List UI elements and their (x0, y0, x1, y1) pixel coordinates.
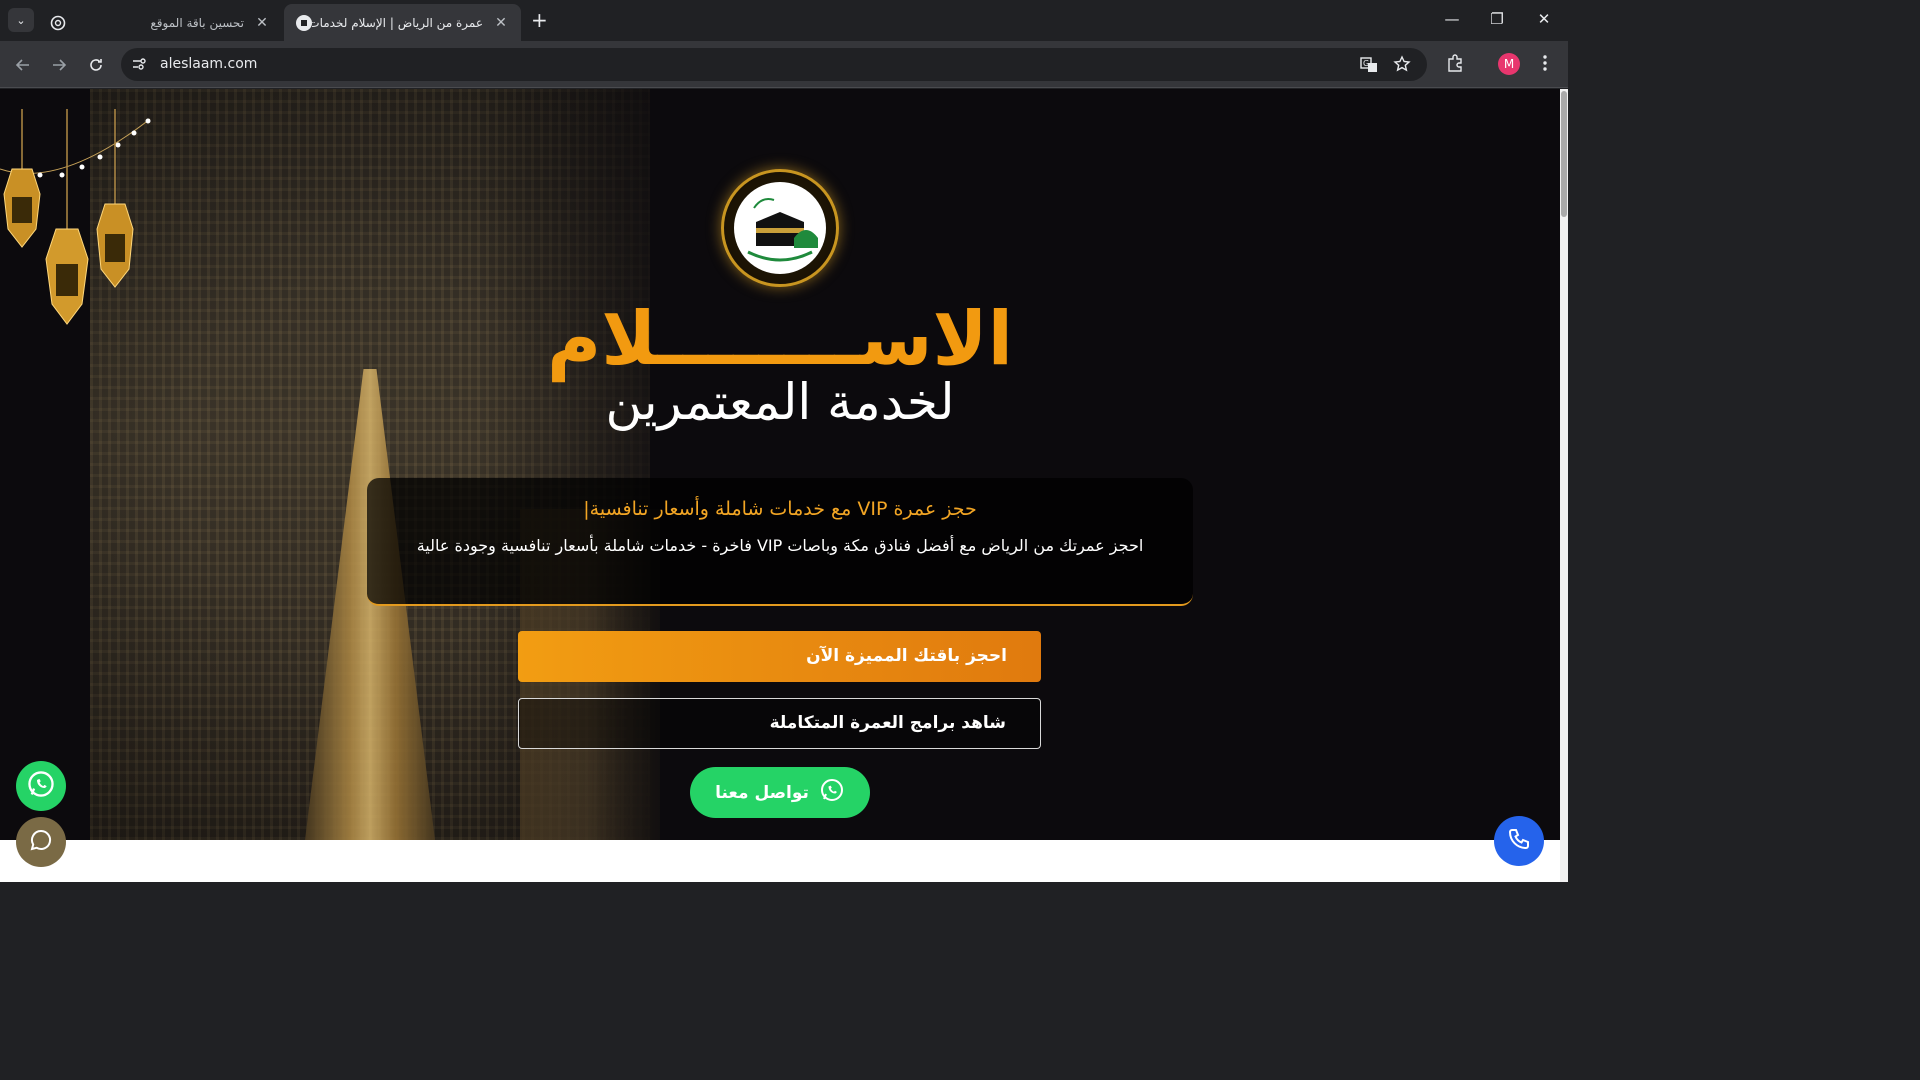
next-section (0, 840, 1560, 882)
hero-info-card: حجز عمرة VIP مع خدمات شاملة وأسعار تنافس… (367, 478, 1193, 606)
close-tab-icon[interactable]: ✕ (493, 15, 509, 31)
chatgpt-icon (50, 15, 66, 31)
view-programs-button[interactable]: شاهد برامج العمرة المتكاملة (518, 698, 1041, 749)
site-logo[interactable] (721, 169, 839, 287)
whatsapp-icon (26, 769, 56, 803)
chat-float-button[interactable] (16, 817, 66, 867)
tab-title: عمرة من الرياض | الإسلام لخدمات (312, 15, 483, 30)
new-tab-icon[interactable]: + (531, 10, 548, 30)
kaaba-logo-icon (734, 182, 826, 274)
minimize-icon[interactable]: — (1429, 10, 1475, 28)
translate-icon[interactable]: G (1359, 55, 1379, 79)
bookmark-star-icon[interactable] (1393, 55, 1411, 77)
forward-icon[interactable] (46, 52, 72, 78)
extensions-icon[interactable] (1445, 53, 1465, 77)
phone-icon (1507, 827, 1531, 855)
page-viewport: الاســــــــلام لخدمة المعتمرين حجز عمرة… (0, 89, 1560, 882)
tab-inactive[interactable]: تحسين باقة الموقع ✕ (38, 4, 282, 41)
phone-float-button[interactable] (1494, 816, 1544, 866)
chat-bubble-icon (29, 828, 53, 856)
contact-us-label: تواصل معنا (715, 782, 809, 803)
tab-strip: ⌄ تحسين باقة الموقع ✕ عمرة من الرياض | ا… (0, 0, 1568, 41)
close-tab-icon[interactable]: ✕ (254, 15, 270, 31)
contact-us-button[interactable]: تواصل معنا (690, 767, 870, 818)
hero-section: الاســــــــلام لخدمة المعتمرين حجز عمرة… (0, 89, 1560, 840)
ramadan-lanterns-decoration (0, 109, 151, 325)
tab-title: تحسين باقة الموقع (150, 15, 244, 30)
whatsapp-icon (819, 777, 845, 808)
site-settings-icon[interactable] (131, 56, 147, 76)
browser-toolbar: aleslaam.com G (0, 41, 1568, 88)
url-text[interactable]: aleslaam.com (160, 56, 257, 72)
profile-avatar[interactable]: M (1498, 53, 1520, 75)
reload-icon[interactable] (83, 52, 109, 78)
brand-tagline: لخدمة المعتمرين (605, 373, 955, 431)
book-package-button[interactable]: احجز باقتك المميزة الآن (518, 631, 1041, 682)
brand-heading: الاســــــــلام لخدمة المعتمرين (480, 296, 1080, 430)
close-window-icon[interactable]: ✕ (1521, 10, 1567, 28)
address-bar[interactable]: aleslaam.com G (121, 48, 1427, 81)
tab-active[interactable]: عمرة من الرياض | الإسلام لخدمات ✕ (284, 4, 521, 41)
menu-kebab-icon[interactable] (1537, 53, 1553, 77)
whatsapp-float-button[interactable] (16, 761, 66, 811)
back-icon[interactable] (10, 52, 36, 78)
scrollbar-thumb[interactable] (1561, 91, 1567, 217)
card-description: احجز عمرتك من الرياض مع أفضل فنادق مكة و… (416, 536, 1144, 555)
chevron-down-icon: ⌄ (16, 13, 26, 27)
tab-search-button[interactable]: ⌄ (8, 8, 34, 32)
site-logo-icon (296, 14, 312, 31)
page-scrollbar[interactable] (1560, 89, 1568, 882)
restore-icon[interactable]: ❐ (1474, 10, 1520, 28)
brand-name: الاســــــــلام (546, 296, 1013, 382)
card-title: حجز عمرة VIP مع خدمات شاملة وأسعار تنافس… (583, 498, 977, 520)
